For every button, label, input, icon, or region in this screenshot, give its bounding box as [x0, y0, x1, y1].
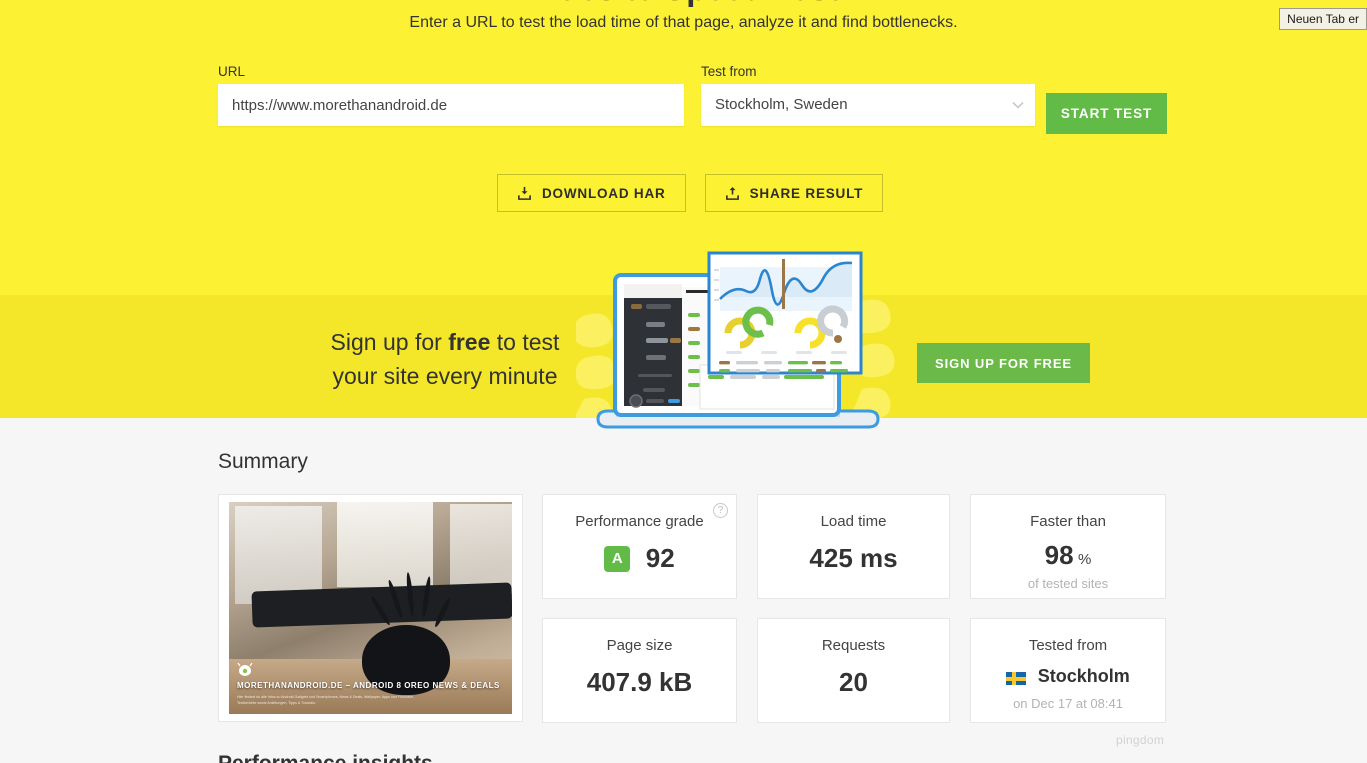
card-load-time: Load time 425 ms [757, 494, 950, 599]
test-from-group: Test from Stockholm, Sweden [701, 64, 1035, 126]
card-faster-than-sub: of tested sites [1027, 576, 1109, 591]
site-screenshot-thumbnail: MORETHANANDROID.DE – ANDROID 8 OREO NEWS… [229, 502, 512, 714]
share-result-button[interactable]: SHARE RESULT [704, 174, 884, 212]
card-faster-than-value: 98 [1044, 540, 1074, 570]
pingdom-speed-test-page: Website Speed Test Enter a URL to test t… [0, 0, 1367, 763]
performance-grade-help-icon[interactable]: ? [713, 503, 728, 518]
pingdom-watermark: pingdom [1116, 733, 1165, 747]
site-logo-icon [237, 662, 253, 677]
laptop-dashboard-illustration [588, 243, 888, 439]
performance-grade-badge: A [604, 545, 631, 572]
performance-insights-heading: Performance insights [218, 752, 433, 763]
card-page-size-value: 407.9 kB [586, 667, 693, 697]
summary-heading: Summary [218, 450, 308, 473]
card-tested-from-sub: on Dec 17 at 08:41 [1013, 696, 1123, 711]
site-thumbnail-card: MORETHANANDROID.DE – ANDROID 8 OREO NEWS… [218, 494, 523, 722]
page-subtitle: Enter a URL to test the load time of tha… [409, 14, 958, 31]
banner-line1-bold: free [448, 329, 491, 355]
download-icon [517, 186, 532, 201]
start-test-button[interactable]: START TEST [1046, 93, 1167, 134]
card-requests-value: 20 [839, 667, 868, 697]
sign-up-for-free-button[interactable]: SIGN UP FOR FREE [917, 343, 1090, 383]
card-performance-grade: Performance grade A 92 [542, 494, 737, 599]
test-from-label: Test from [701, 64, 757, 79]
banner-line1-pre: Sign up for [330, 329, 449, 355]
card-page-size-label: Page size [606, 637, 673, 654]
card-requests-label: Requests [821, 637, 886, 654]
result-actions: DOWNLOAD HAR SHARE RESULT [497, 174, 884, 212]
banner-line2: your site every minute [332, 363, 558, 389]
test-from-select[interactable]: Stockholm, Sweden [701, 84, 1035, 126]
card-load-time-label: Load time [820, 513, 887, 530]
card-requests: Requests 20 [757, 618, 950, 723]
url-field-group: URL [218, 64, 684, 126]
card-tested-from-label: Tested from [1028, 637, 1108, 654]
url-input[interactable] [218, 84, 684, 126]
sweden-flag-icon [1006, 672, 1027, 685]
card-faster-than-label: Faster than [1030, 513, 1106, 530]
share-upload-icon [725, 186, 740, 201]
card-faster-than-unit: % [1078, 551, 1092, 568]
browser-tooltip: Neuen Tab er [1279, 8, 1367, 30]
banner-line1-post: to test [490, 329, 560, 355]
card-tested-from-value: Stockholm [1037, 666, 1130, 686]
card-tested-from: Tested from Stockholm on Dec 17 at 08:41 [970, 618, 1166, 723]
card-page-size: Page size 407.9 kB [542, 618, 737, 723]
card-load-time-value: 425 ms [809, 543, 898, 573]
url-label: URL [218, 64, 246, 79]
download-har-label: DOWNLOAD HAR [542, 185, 666, 201]
card-performance-grade-label: Performance grade [575, 513, 704, 530]
thumbnail-description: Hier findest du alle Infos zu Android Ga… [237, 695, 414, 705]
thumbnail-title: MORETHANANDROID.DE – ANDROID 8 OREO NEWS… [237, 681, 500, 690]
share-result-label: SHARE RESULT [749, 185, 864, 201]
page-title: Website Speed Test [0, 0, 1367, 8]
signup-banner-text: Sign up for free to test your site every… [300, 325, 590, 393]
card-performance-grade-value: 92 [645, 543, 675, 573]
thumbnail-caption: MORETHANANDROID.DE – ANDROID 8 OREO NEWS… [229, 657, 512, 714]
download-har-button[interactable]: DOWNLOAD HAR [497, 174, 686, 212]
test-from-select-wrap[interactable]: Stockholm, Sweden [701, 84, 1035, 126]
card-faster-than: Faster than 98 % of tested sites [970, 494, 1166, 599]
